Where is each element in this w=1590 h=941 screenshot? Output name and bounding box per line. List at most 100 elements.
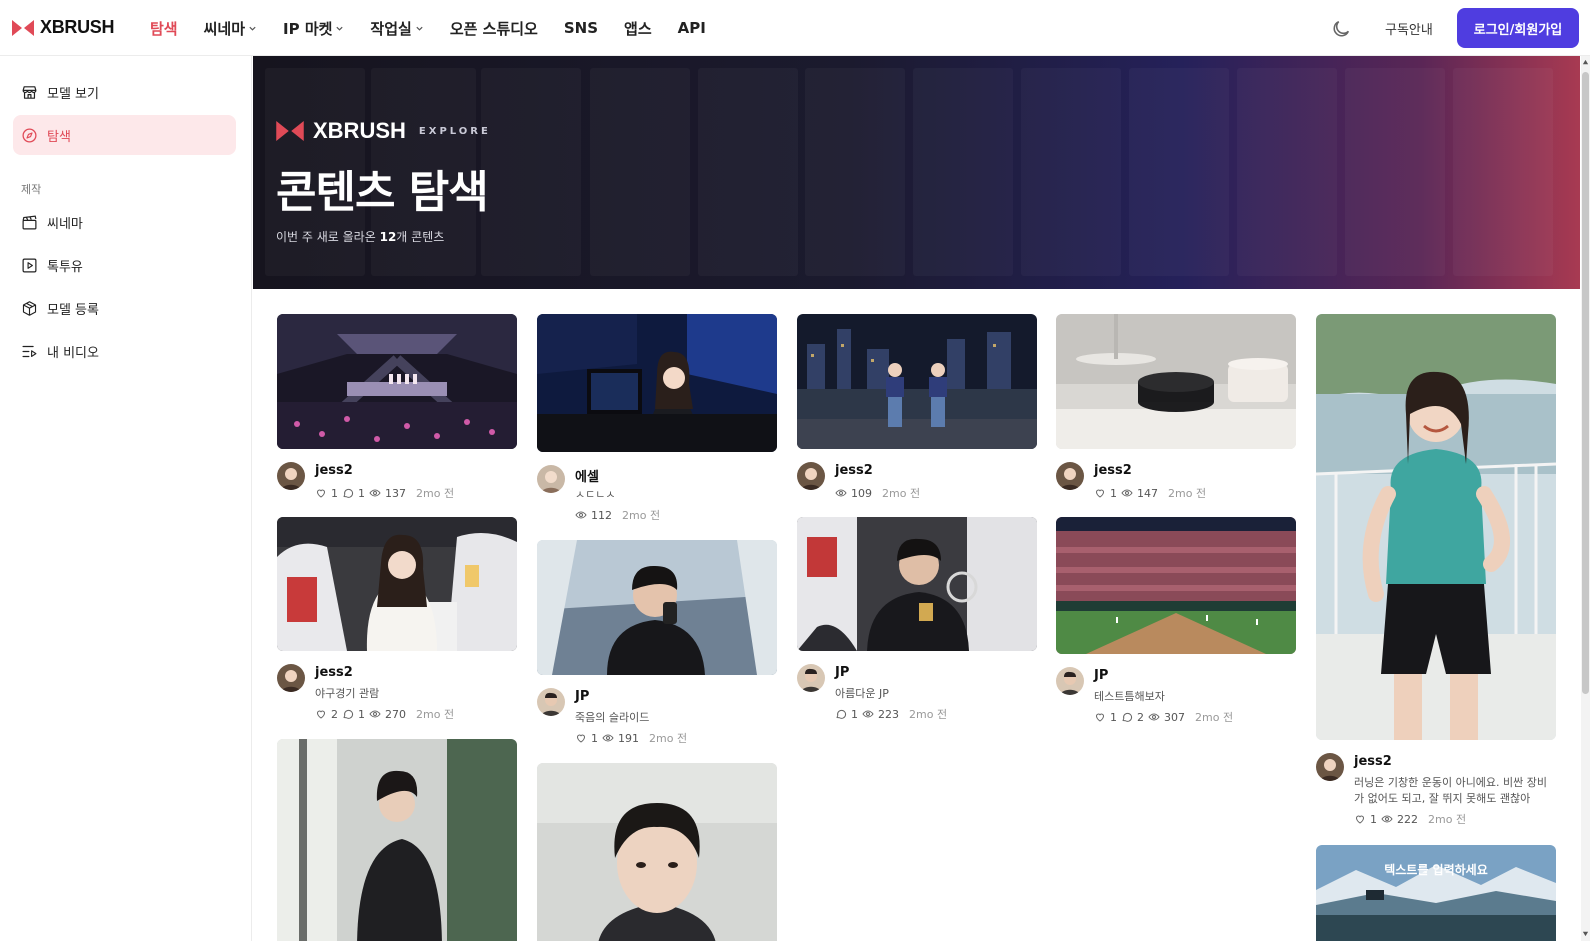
sidebar-item-label: 톡투유 bbox=[47, 259, 83, 275]
content-thumbnail[interactable] bbox=[537, 763, 777, 941]
avatar[interactable] bbox=[1056, 462, 1084, 490]
nav-cinema[interactable]: 씨네마 bbox=[204, 18, 257, 39]
card-author[interactable]: jess2 bbox=[1354, 754, 1392, 769]
content-thumbnail[interactable] bbox=[277, 517, 517, 651]
time-ago: 2mo 전 bbox=[882, 487, 921, 500]
avatar[interactable] bbox=[1316, 753, 1344, 781]
sidebar-item-label: 내 비디오 bbox=[47, 345, 99, 361]
content-card[interactable]: jess2 1 1 137 2mo 전 bbox=[277, 314, 517, 520]
avatar[interactable] bbox=[537, 688, 565, 716]
avatar[interactable] bbox=[537, 465, 565, 493]
eye-icon bbox=[369, 489, 381, 497]
sidebar-item-model-register[interactable]: 모델 등록 bbox=[13, 288, 236, 328]
content-thumbnail[interactable] bbox=[1056, 517, 1296, 654]
card-author[interactable]: 에셀 bbox=[575, 466, 599, 485]
avatar[interactable] bbox=[277, 462, 305, 490]
scrollbar-thumb[interactable] bbox=[1582, 72, 1589, 694]
content-thumbnail[interactable] bbox=[1056, 314, 1296, 449]
content-card[interactable] bbox=[537, 763, 777, 941]
sidebar-item-cinema[interactable]: 씨네마 bbox=[13, 202, 236, 242]
avatar[interactable] bbox=[1056, 667, 1084, 695]
moon-icon[interactable] bbox=[1330, 18, 1352, 40]
content-card[interactable]: jess2 야구경기 관람 2 1 270 2mo 전 bbox=[277, 517, 517, 722]
thumbnail-overlay-text: 텍스트를 입력하세요 bbox=[1384, 863, 1488, 877]
content-thumbnail[interactable] bbox=[797, 517, 1037, 651]
heart-icon[interactable] bbox=[1354, 813, 1366, 825]
content-card[interactable]: jess2 109 2mo 전 bbox=[797, 314, 1037, 520]
content-thumbnail[interactable] bbox=[797, 314, 1037, 449]
view-count: 307 bbox=[1164, 710, 1185, 724]
sidebar-item-label: 씨네마 bbox=[47, 216, 83, 232]
card-author[interactable]: JP bbox=[1094, 668, 1108, 683]
hero-strip bbox=[1021, 68, 1121, 276]
nav-sns[interactable]: SNS bbox=[564, 19, 598, 37]
content-card[interactable]: 텍스트를 입력하세요 bbox=[1316, 845, 1556, 941]
nav-api[interactable]: API bbox=[678, 19, 706, 37]
eye-icon bbox=[369, 710, 381, 718]
time-ago: 2mo 전 bbox=[416, 487, 455, 500]
card-author[interactable]: jess2 bbox=[315, 665, 353, 680]
scroll-up-icon[interactable] bbox=[1582, 59, 1589, 66]
content-card[interactable]: JP 죽음의 슬라이드 1 191 2mo 전 bbox=[537, 540, 777, 746]
card-author[interactable]: jess2 bbox=[835, 463, 873, 478]
nav-open-studio[interactable]: 오픈 스튜디오 bbox=[450, 18, 538, 39]
view-count: 222 bbox=[1397, 812, 1418, 826]
card-stats: 2 1 270 2mo 전 bbox=[315, 706, 454, 722]
card-author[interactable]: JP bbox=[575, 689, 589, 704]
nav-explore[interactable]: 탐색 bbox=[150, 18, 178, 39]
scroll-down-icon[interactable] bbox=[1582, 930, 1589, 937]
content-card[interactable]: 에셀 ㅅㄷㄴㅅ 112 2mo 전 bbox=[537, 314, 777, 523]
content-thumbnail[interactable] bbox=[1316, 314, 1556, 740]
comment-icon[interactable] bbox=[835, 708, 847, 720]
nav-apps[interactable]: 앱스 bbox=[624, 18, 652, 39]
comment-icon[interactable] bbox=[342, 708, 354, 720]
like-count: 1 bbox=[1110, 486, 1117, 500]
content-thumbnail[interactable] bbox=[537, 314, 777, 452]
nav-ip-market-label: IP 마켓 bbox=[283, 19, 333, 38]
comment-icon[interactable] bbox=[342, 487, 354, 499]
content-card[interactable]: jess2 러닝은 기창한 운동이 아니에요. 비싼 장비가 없어도 되고, 잘… bbox=[1316, 314, 1556, 835]
thumbnail-image bbox=[797, 314, 1037, 449]
heart-icon[interactable] bbox=[1094, 487, 1106, 499]
thumbnail-image bbox=[537, 763, 777, 941]
nav-ip-market[interactable]: IP 마켓 bbox=[283, 18, 344, 39]
card-meta: JP 테스트틈해보자 1 2 307 2mo 전 bbox=[1056, 665, 1296, 725]
card-description: 러닝은 기창한 운동이 아니에요. 비싼 장비가 없어도 되고, 잘 뛰지 못해… bbox=[1354, 776, 1548, 805]
heart-icon[interactable] bbox=[1094, 711, 1106, 723]
content-card[interactable] bbox=[277, 739, 517, 941]
card-author[interactable]: jess2 bbox=[1094, 463, 1132, 478]
content-thumbnail[interactable] bbox=[277, 314, 517, 449]
nav-studio-label: 작업실 bbox=[370, 19, 412, 38]
card-stats: 1 191 2mo 전 bbox=[575, 730, 687, 746]
comment-icon[interactable] bbox=[1121, 711, 1133, 723]
content-thumbnail[interactable]: 텍스트를 입력하세요 bbox=[1316, 845, 1556, 941]
heart-icon[interactable] bbox=[575, 732, 587, 744]
heart-icon[interactable] bbox=[315, 487, 327, 499]
thumbnail-image bbox=[277, 517, 517, 651]
card-author[interactable]: JP bbox=[835, 665, 849, 680]
like-count: 2 bbox=[331, 707, 338, 721]
card-author[interactable]: jess2 bbox=[315, 463, 353, 478]
card-stats: 109 2mo 전 bbox=[835, 485, 920, 501]
content-card[interactable]: JP 아름다운 JP 1 223 2mo 전 bbox=[797, 517, 1037, 722]
login-signup-button[interactable]: 로그인/회원가입 bbox=[1457, 8, 1579, 48]
content-thumbnail[interactable] bbox=[537, 540, 777, 675]
logo[interactable]: XBRUSH bbox=[12, 17, 115, 38]
avatar[interactable] bbox=[277, 664, 305, 692]
subscribe-link[interactable]: 구독안내 bbox=[1385, 19, 1433, 38]
content-card[interactable]: JP 테스트틈해보자 1 2 307 2mo 전 bbox=[1056, 517, 1296, 725]
card-stats: 1 223 2mo 전 bbox=[835, 706, 947, 722]
sidebar-item-explore[interactable]: 탐색 bbox=[13, 115, 236, 155]
heart-icon[interactable] bbox=[315, 708, 327, 720]
sidebar-item-my-videos[interactable]: 내 비디오 bbox=[13, 331, 236, 371]
sidebar-item-models[interactable]: 모델 보기 bbox=[13, 72, 236, 112]
avatar[interactable] bbox=[797, 664, 825, 692]
content-card[interactable]: jess2 1 147 2mo 전 bbox=[1056, 314, 1296, 520]
thumbnail-image bbox=[1056, 517, 1296, 654]
content-thumbnail[interactable] bbox=[277, 739, 517, 941]
sidebar-item-talktoyou[interactable]: 톡투유 bbox=[13, 245, 236, 285]
nav-studio[interactable]: 작업실 bbox=[370, 18, 423, 39]
avatar[interactable] bbox=[797, 462, 825, 490]
card-meta: JP 죽음의 슬라이드 1 191 2mo 전 bbox=[537, 686, 777, 746]
card-meta: jess2 1 147 2mo 전 bbox=[1056, 460, 1296, 520]
